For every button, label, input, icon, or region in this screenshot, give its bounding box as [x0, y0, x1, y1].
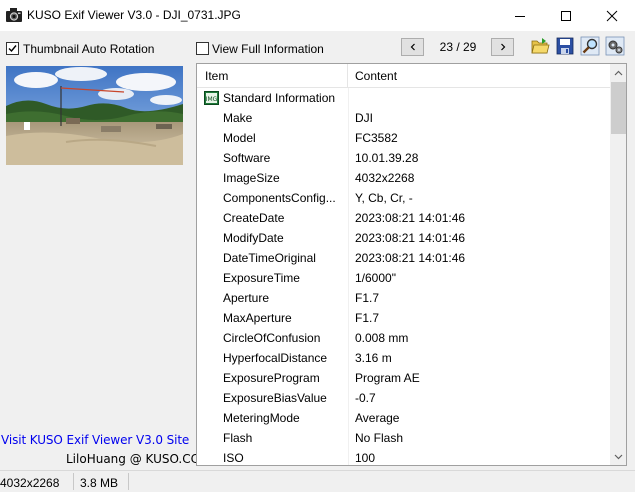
search-icon[interactable]	[580, 36, 600, 56]
table-header: Item Content	[197, 64, 610, 88]
author-credit: LiloHuang @ KUSO.CC	[66, 452, 200, 466]
camera-app-icon	[5, 6, 23, 24]
table-row[interactable]: ExposureBiasValue -0.7	[197, 388, 610, 408]
svg-text:IMG: IMG	[206, 96, 218, 103]
thumbnail-auto-rotation-label[interactable]: Thumbnail Auto Rotation	[23, 42, 154, 56]
thumbnail-auto-rotation-checkbox[interactable]	[6, 42, 19, 55]
exif-item-value: F1.7	[355, 291, 380, 305]
status-bar: 4032x2268 3.8 MB	[0, 470, 635, 492]
table-row[interactable]: Software 10.01.39.28	[197, 148, 610, 168]
exif-item-name: ExposureProgram	[223, 371, 320, 385]
next-image-button[interactable]	[491, 38, 514, 56]
table-row[interactable]: Flash No Flash	[197, 428, 610, 448]
exif-item-value: 100	[355, 451, 376, 465]
exif-item-value: No Flash	[355, 431, 404, 445]
exif-item-value: 2023:08:21 14:01:46	[355, 231, 466, 245]
exif-item-name: Aperture	[223, 291, 270, 305]
exif-item-name: ExposureBiasValue	[223, 391, 327, 405]
exif-table: Item Content IMG Standard Information Ma…	[196, 63, 627, 466]
table-row[interactable]: ExposureTime 1/6000"	[197, 268, 610, 288]
image-counter: 23 / 29	[439, 40, 477, 54]
table-row[interactable]: MeteringMode Average	[197, 408, 610, 428]
exif-item-name: HyperfocalDistance	[223, 351, 328, 365]
status-image-dimensions: 4032x2268	[0, 476, 60, 490]
exif-item-name: Make	[223, 111, 253, 125]
exif-item-name: Software	[223, 151, 271, 165]
exif-item-value: 10.01.39.28	[355, 151, 419, 165]
table-row[interactable]: MaxAperture F1.7	[197, 308, 610, 328]
group-label: Standard Information	[223, 91, 336, 105]
view-full-information-checkbox[interactable]	[196, 42, 209, 55]
exif-item-name: DateTimeOriginal	[223, 251, 316, 265]
image-info-icon: IMG	[204, 91, 219, 105]
exif-item-name: ExposureTime	[223, 271, 300, 285]
table-row[interactable]: CircleOfConfusion 0.008 mm	[197, 328, 610, 348]
exif-item-name: Flash	[223, 431, 253, 445]
exif-item-value: 4032x2268	[355, 171, 415, 185]
table-row[interactable]: ComponentsConfig... Y, Cb, Cr, -	[197, 188, 610, 208]
kuso-site-link[interactable]: Visit KUSO Exif Viewer V3.0 Site	[1, 433, 189, 447]
previous-image-button[interactable]	[401, 38, 424, 56]
close-button[interactable]	[589, 0, 635, 31]
table-row[interactable]: ModifyDate 2023:08:21 14:01:46	[197, 228, 610, 248]
exif-item-name: ModifyDate	[223, 231, 284, 245]
column-header-item[interactable]: Item	[197, 64, 348, 88]
exif-item-name: CircleOfConfusion	[223, 331, 321, 345]
table-row[interactable]: Model FC3582	[197, 128, 610, 148]
table-row[interactable]: CreateDate 2023:08:21 14:01:46	[197, 208, 610, 228]
exif-item-value: Average	[355, 411, 400, 425]
column-header-content[interactable]: Content	[348, 64, 610, 88]
view-full-information-label[interactable]: View Full Information	[212, 42, 324, 56]
scrollbar-thumb[interactable]	[611, 82, 626, 134]
exif-item-value: 2023:08:21 14:01:46	[355, 251, 466, 265]
maximize-button[interactable]	[543, 0, 589, 31]
exif-item-name: ComponentsConfig...	[223, 191, 336, 205]
exif-item-value: FC3582	[355, 131, 398, 145]
table-row[interactable]: ISO 100	[197, 448, 610, 465]
exif-item-value: Y, Cb, Cr, -	[355, 191, 413, 205]
table-row[interactable]: ExposureProgram Program AE	[197, 368, 610, 388]
vertical-scrollbar[interactable]	[610, 64, 626, 465]
table-rows: IMG Standard Information Make DJI Model FC3…	[197, 88, 610, 465]
exif-item-value: 1/6000"	[355, 271, 396, 285]
status-file-size: 3.8 MB	[80, 476, 119, 490]
open-folder-icon[interactable]	[530, 36, 550, 56]
table-row[interactable]: ImageSize 4032x2268	[197, 168, 610, 188]
status-separator	[73, 473, 74, 490]
exif-item-name: ImageSize	[223, 171, 280, 185]
exif-item-value: 3.16 m	[355, 351, 392, 365]
scroll-up-arrow-icon[interactable]	[610, 64, 626, 81]
table-row[interactable]: DateTimeOriginal 2023:08:21 14:01:46	[197, 248, 610, 268]
title-bar: KUSO Exif Viewer V3.0 - DJI_0731.JPG	[0, 0, 635, 31]
table-row[interactable]: HyperfocalDistance 3.16 m	[197, 348, 610, 368]
save-icon[interactable]	[555, 36, 575, 56]
exif-item-value: DJI	[355, 111, 373, 125]
table-row[interactable]: Aperture F1.7	[197, 288, 610, 308]
window-title: KUSO Exif Viewer V3.0 - DJI_0731.JPG	[27, 8, 241, 22]
exif-item-value: 2023:08:21 14:01:46	[355, 211, 466, 225]
exif-item-value: -0.7	[355, 391, 376, 405]
minimize-button[interactable]	[497, 0, 543, 31]
exif-item-value: F1.7	[355, 311, 380, 325]
table-row[interactable]: Make DJI	[197, 108, 610, 128]
scroll-down-arrow-icon[interactable]	[610, 448, 626, 465]
exif-item-name: ISO	[223, 451, 244, 465]
status-separator	[128, 473, 129, 490]
image-thumbnail	[6, 66, 183, 165]
exif-item-name: Model	[223, 131, 256, 145]
exif-item-name: MaxAperture	[223, 311, 292, 325]
exif-item-value: Program AE	[355, 371, 420, 385]
settings-icon[interactable]	[605, 36, 625, 56]
group-row-standard-information[interactable]: IMG Standard Information	[197, 88, 610, 108]
exif-item-value: 0.008 mm	[355, 331, 409, 345]
exif-item-name: MeteringMode	[223, 411, 300, 425]
exif-item-name: CreateDate	[223, 211, 285, 225]
